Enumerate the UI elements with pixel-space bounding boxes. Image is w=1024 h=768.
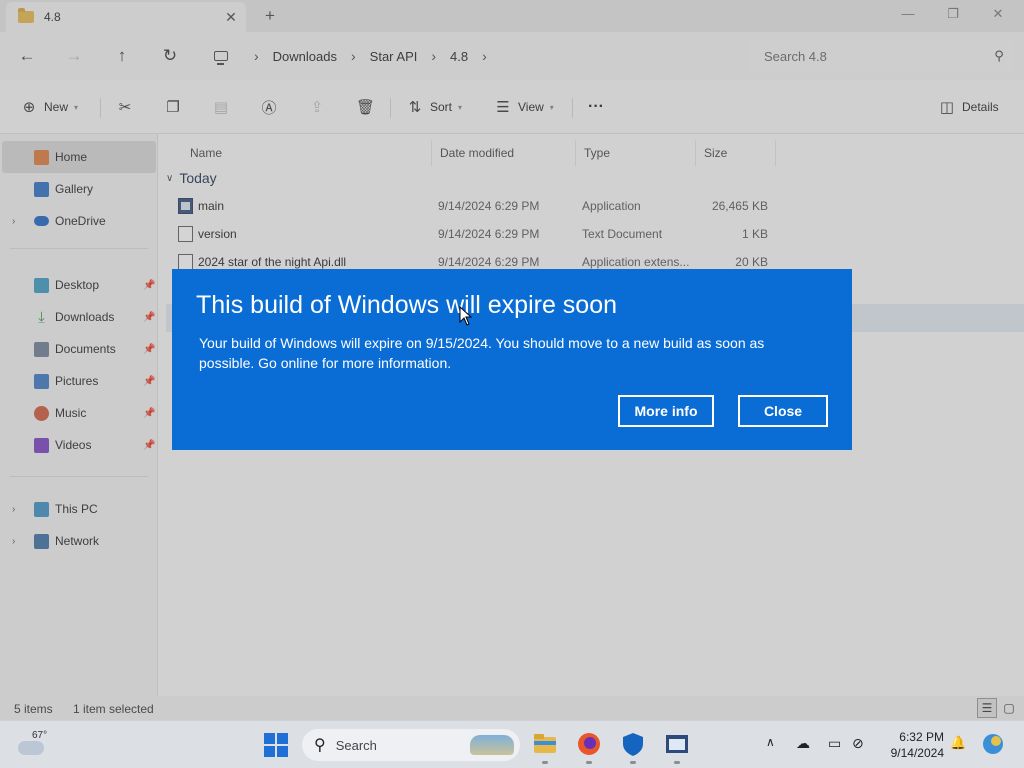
file-explorer-icon[interactable]	[532, 731, 558, 757]
running-indicator	[630, 761, 636, 764]
clock-date: 9/14/2024	[890, 746, 944, 760]
application-window-icon[interactable]	[664, 731, 690, 757]
notification-bell-icon[interactable]: 🔔	[950, 735, 966, 751]
search-highlight-icon	[470, 735, 514, 755]
running-indicator	[542, 761, 548, 764]
weather-temperature[interactable]: 67°	[32, 730, 47, 741]
windows-start-icon[interactable]	[264, 733, 288, 757]
running-indicator	[674, 761, 680, 764]
taskbar-search-label: Search	[335, 737, 377, 753]
search-icon: ⚲	[314, 737, 326, 754]
dialog-title: This build of Windows will expire soon	[196, 291, 618, 319]
dialog-message: Your build of Windows will expire on 9/1…	[199, 335, 765, 371]
mouse-cursor-icon	[459, 306, 473, 326]
taskbar: 67° ⚲ Search ∧ ☁ ▭ ⊘ 6:32 PM 9/14/2024 🔔	[0, 720, 1024, 768]
windows-security-icon[interactable]	[620, 731, 646, 757]
chevron-up-icon[interactable]: ∧	[766, 735, 775, 749]
taskbar-search[interactable]: ⚲ Search	[302, 729, 520, 761]
expiration-dialog: This build of Windows will expire soon Y…	[172, 269, 852, 450]
running-indicator	[586, 761, 592, 764]
network-status-icon[interactable]: ⊘	[852, 735, 864, 752]
clock[interactable]: 6:32 PM 9/14/2024	[878, 729, 944, 761]
display-icon[interactable]: ▭	[828, 735, 841, 752]
onedrive-sync-icon[interactable]: ☁	[796, 735, 810, 752]
copilot-icon[interactable]	[982, 733, 1004, 755]
more-info-button[interactable]: More info	[618, 395, 714, 427]
clock-time: 6:32 PM	[899, 730, 944, 744]
firefox-icon[interactable]	[576, 731, 602, 757]
close-button[interactable]: Close	[738, 395, 828, 427]
weather-cloud-icon[interactable]	[18, 741, 44, 755]
